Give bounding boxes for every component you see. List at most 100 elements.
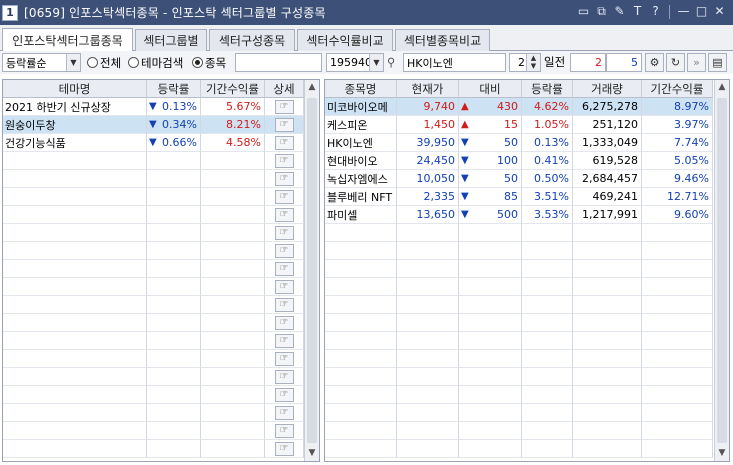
detail-button[interactable]: ☞ (274, 297, 294, 312)
radio-stock[interactable]: 종목 (192, 54, 226, 71)
table-row[interactable]: 녹십자엠에스 10,050 ▼ 50 0.50% 2,684,457 9.46% (325, 170, 713, 188)
header-stock-name[interactable]: 종목명 (325, 80, 397, 98)
tab-sector-return-compare[interactable]: 섹터수익률비교 (297, 29, 393, 51)
detail-button[interactable]: ☞ (274, 387, 294, 402)
table-row[interactable] (325, 332, 713, 350)
tab-sector-composition[interactable]: 섹터구성종목 (209, 29, 295, 51)
export-icon[interactable]: ▤ (708, 53, 727, 72)
table-row[interactable] (325, 260, 713, 278)
table-row[interactable]: ☞ (3, 278, 304, 296)
header-change-rate[interactable]: 등락률 (147, 80, 201, 98)
detail-button[interactable]: ☞ (274, 207, 294, 222)
font-size-icon[interactable]: T (630, 3, 645, 20)
pin-icon[interactable]: ✎ (612, 3, 627, 20)
table-row[interactable] (325, 350, 713, 368)
chevron-down-icon[interactable]: ▼ (369, 54, 383, 71)
scroll-thumb[interactable] (307, 98, 317, 443)
radio-all-circle[interactable] (87, 57, 98, 68)
table-row[interactable]: ☞ (3, 152, 304, 170)
period-stepper[interactable]: 2 ▲ ▼ (509, 53, 541, 72)
table-row[interactable]: ☞ (3, 386, 304, 404)
header-volume[interactable]: 거래량 (573, 80, 642, 98)
tab-sector-group[interactable]: 섹터그룹별 (135, 29, 207, 51)
table-row[interactable]: ☞ (3, 314, 304, 332)
table-row[interactable]: 케스피온 1,450 ▲ 15 1.05% 251,120 3.97% (325, 116, 713, 134)
radio-theme-search-circle[interactable] (128, 57, 139, 68)
detail-button[interactable]: ☞ (274, 135, 294, 150)
detail-button[interactable]: ☞ (274, 441, 294, 456)
detail-button[interactable]: ☞ (274, 261, 294, 276)
table-row[interactable]: ☞ (3, 440, 304, 458)
help-icon[interactable]: ? (648, 3, 663, 20)
tab-infostock-sector-group[interactable]: 인포스탁섹터그룹종목 (2, 28, 133, 51)
table-row[interactable]: ☞ (3, 296, 304, 314)
table-row[interactable]: ☞ (3, 260, 304, 278)
table-row[interactable]: ☞ (3, 242, 304, 260)
radio-all[interactable]: 전체 (87, 54, 121, 71)
tab-sector-stock-compare[interactable]: 섹터별종목비교 (395, 29, 490, 51)
right-scrollbar[interactable]: ▲ ▼ (714, 80, 729, 461)
header-theme-name[interactable]: 테마명 (3, 80, 147, 98)
chevron-down-icon[interactable]: ▼ (66, 54, 80, 71)
header-price[interactable]: 현재가 (397, 80, 459, 98)
table-row[interactable]: 원숭이두창 ▼ 0.34% 8.21% ☞ (3, 116, 304, 134)
table-row[interactable]: ☞ (3, 404, 304, 422)
header-rate[interactable]: 등락률 (522, 80, 573, 98)
theme-input[interactable] (235, 53, 322, 72)
search-icon[interactable]: ⚲ (387, 54, 395, 71)
table-row[interactable]: 건강기능식품 ▼ 0.66% 4.58% ☞ (3, 134, 304, 152)
table-row[interactable]: ☞ (3, 350, 304, 368)
table-row[interactable] (325, 404, 713, 422)
detail-button[interactable]: ☞ (274, 243, 294, 258)
link-window-icon[interactable]: ⧉ (594, 3, 609, 20)
table-row[interactable]: 미코바이오메 9,740 ▲ 430 4.62% 6,275,278 8.97% (325, 98, 713, 116)
detail-button[interactable]: ☞ (274, 225, 294, 240)
detail-button[interactable]: ☞ (274, 117, 294, 132)
table-row[interactable] (325, 314, 713, 332)
layout-icon[interactable]: ▭ (576, 3, 591, 20)
table-row[interactable]: HK이노엔 39,950 ▼ 50 0.13% 1,333,049 7.74% (325, 134, 713, 152)
table-row[interactable]: ☞ (3, 224, 304, 242)
left-scrollbar[interactable]: ▲ ▼ (304, 80, 319, 461)
settings-icon[interactable]: ⚙ (645, 53, 664, 72)
table-row[interactable]: 2021 하반기 신규상장 ▼ 0.13% 5.67% ☞ (3, 98, 304, 116)
detail-button[interactable]: ☞ (274, 153, 294, 168)
stock-code-select[interactable]: 195940 ▼ (326, 53, 384, 72)
table-row[interactable] (325, 278, 713, 296)
close-icon[interactable]: ✕ (712, 3, 727, 20)
table-row[interactable]: ☞ (3, 188, 304, 206)
header-period-return[interactable]: 기간수익률 (642, 80, 713, 98)
minimize-icon[interactable]: — (676, 3, 691, 20)
detail-button[interactable]: ☞ (274, 351, 294, 366)
header-diff[interactable]: 대비 (459, 80, 522, 98)
detail-button[interactable]: ☞ (274, 333, 294, 348)
scroll-thumb[interactable] (717, 98, 727, 443)
refresh-icon[interactable]: ↻ (666, 53, 685, 72)
detail-button[interactable]: ☞ (274, 405, 294, 420)
table-row[interactable] (325, 422, 713, 440)
detail-button[interactable]: ☞ (274, 315, 294, 330)
range-to-field[interactable]: 5 (606, 53, 642, 72)
scroll-down-icon[interactable]: ▼ (715, 446, 729, 461)
detail-button[interactable]: ☞ (274, 279, 294, 294)
table-row[interactable]: 현대바이오 24,450 ▼ 100 0.41% 619,528 5.05% (325, 152, 713, 170)
table-row[interactable] (325, 224, 713, 242)
detail-button[interactable]: ☞ (274, 369, 294, 384)
header-detail[interactable]: 상세 (265, 80, 304, 98)
next-icon[interactable]: » (687, 53, 706, 72)
detail-button[interactable]: ☞ (274, 171, 294, 186)
table-row[interactable]: ☞ (3, 206, 304, 224)
table-row[interactable]: 블루베리 NFT 2,335 ▼ 85 3.51% 469,241 12.71% (325, 188, 713, 206)
detail-button[interactable]: ☞ (274, 189, 294, 204)
maximize-icon[interactable]: □ (694, 3, 709, 20)
scroll-down-icon[interactable]: ▼ (305, 446, 319, 461)
table-row[interactable] (325, 242, 713, 260)
table-row[interactable]: ☞ (3, 368, 304, 386)
header-period-return[interactable]: 기간수익률 (201, 80, 265, 98)
table-row[interactable]: ☞ (3, 170, 304, 188)
scroll-up-icon[interactable]: ▲ (305, 80, 319, 95)
table-row[interactable] (325, 368, 713, 386)
sort-select[interactable]: 등락률순 ▼ (2, 53, 81, 72)
stock-name-field[interactable]: HK이노엔 (403, 53, 506, 72)
scroll-up-icon[interactable]: ▲ (715, 80, 729, 95)
